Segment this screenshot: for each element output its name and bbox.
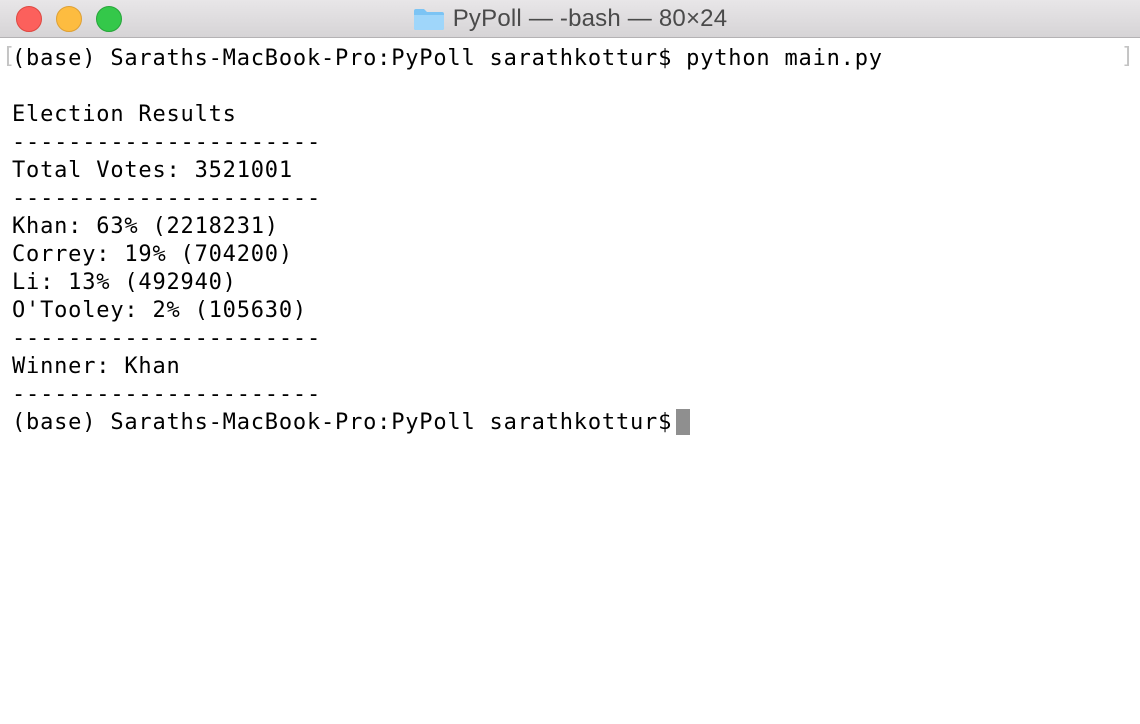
- terminal-line: O'Tooley: 2% (105630): [12, 298, 307, 323]
- scroll-mark-right: ]: [1120, 44, 1134, 69]
- terminal-output: (base) Saraths-MacBook-Pro:PyPoll sarath…: [12, 45, 1120, 437]
- title-bar[interactable]: PyPoll — -bash — 80×24: [0, 0, 1140, 38]
- terminal-line: ----------------------: [12, 130, 321, 155]
- terminal-content[interactable]: [ ] (base) Saraths-MacBook-Pro:PyPoll sa…: [0, 39, 1140, 724]
- terminal-line: Khan: 63% (2218231): [12, 214, 279, 239]
- terminal-line: Winner: Khan: [12, 354, 181, 379]
- terminal-line: ----------------------: [12, 326, 321, 351]
- terminal-line: Election Results: [12, 102, 237, 127]
- folder-icon: [413, 7, 445, 31]
- window-title-group: PyPoll — -bash — 80×24: [0, 0, 1140, 38]
- prompt-line[interactable]: (base) Saraths-MacBook-Pro:PyPoll sarath…: [12, 409, 1120, 437]
- shell-prompt: (base) Saraths-MacBook-Pro:PyPoll sarath…: [12, 410, 673, 435]
- terminal-line: (base) Saraths-MacBook-Pro:PyPoll sarath…: [12, 46, 883, 71]
- terminal-line: Li: 13% (492940): [12, 270, 237, 295]
- terminal-window: PyPoll — -bash — 80×24 [ ] (base) Sarath…: [0, 0, 1140, 724]
- terminal-line: ----------------------: [12, 186, 321, 211]
- terminal-line: Correy: 19% (704200): [12, 242, 293, 267]
- terminal-line: ----------------------: [12, 382, 321, 407]
- terminal-line: Total Votes: 3521001: [12, 158, 293, 183]
- window-title: PyPoll — -bash — 80×24: [452, 5, 728, 32]
- text-cursor: [676, 409, 691, 435]
